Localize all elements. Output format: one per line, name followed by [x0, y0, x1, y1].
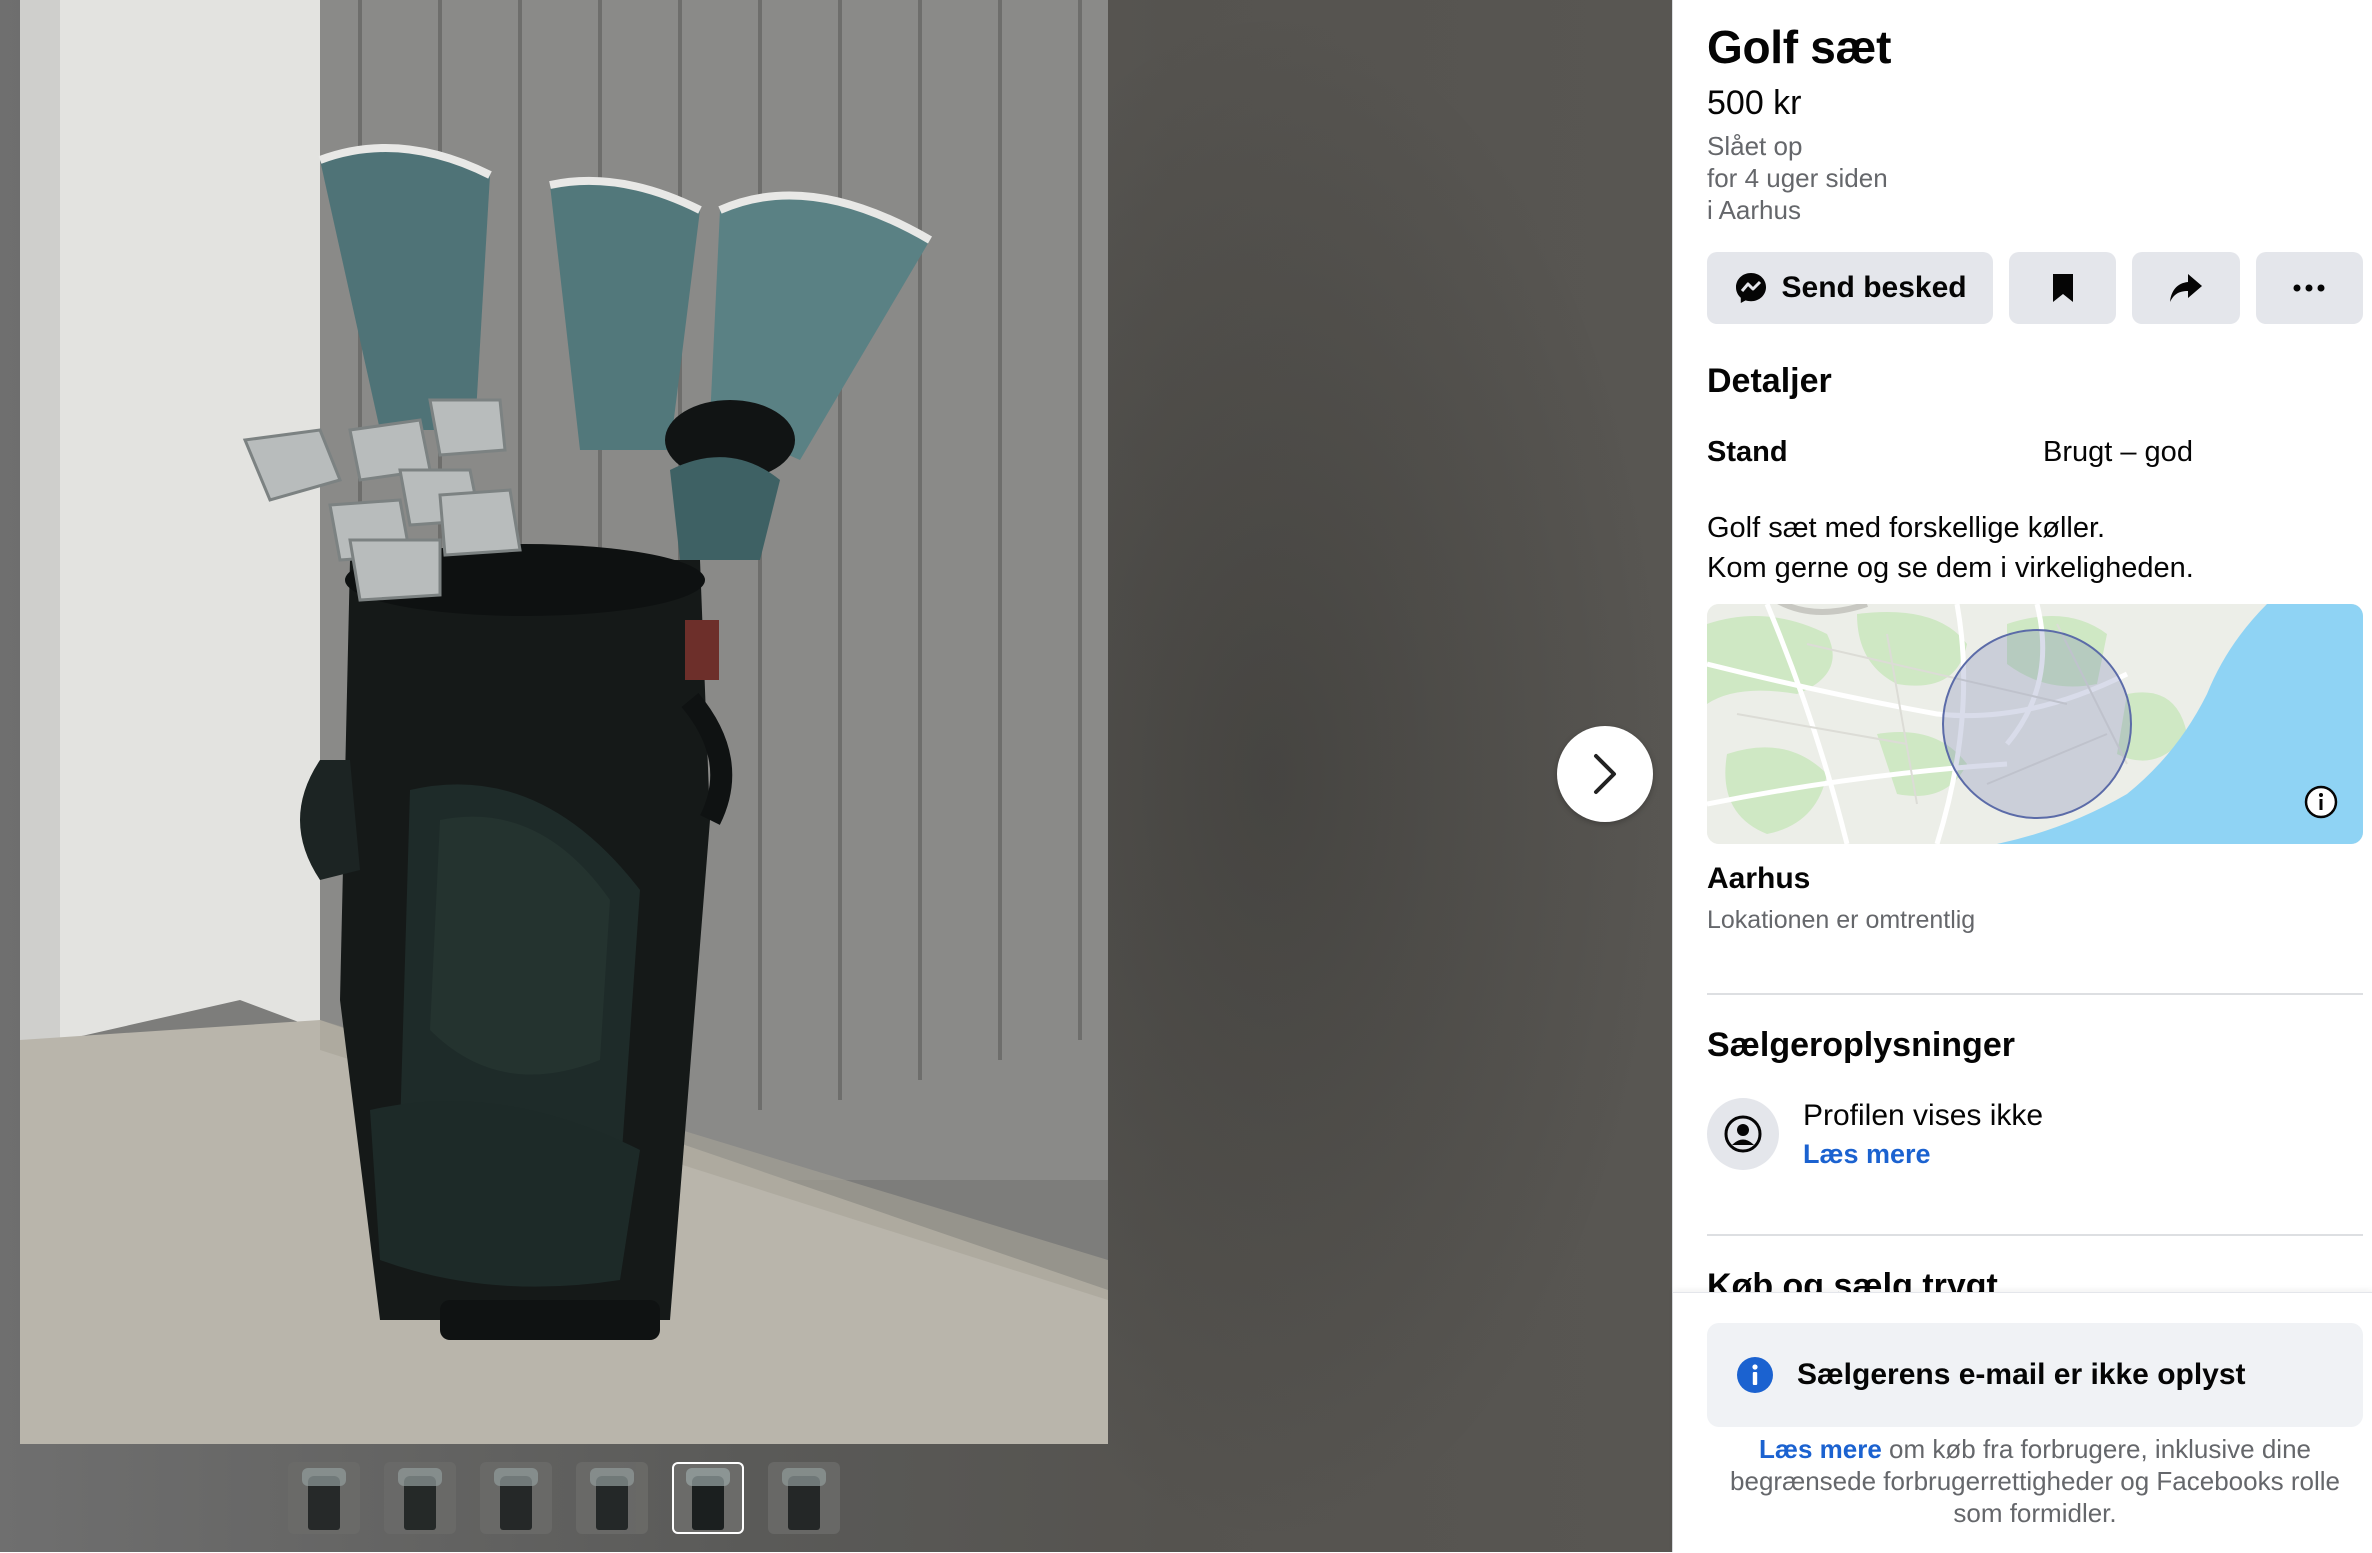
share-icon [2170, 274, 2203, 302]
listing-panel: Golf sæt 500 kr Slået op for 4 uger side… [1672, 0, 2372, 1553]
send-message-button[interactable]: Send besked [1707, 252, 1994, 324]
share-button[interactable] [2132, 252, 2240, 324]
info-icon [1737, 1357, 1773, 1393]
description-line: Kom gerne og se dem i virkeligheden. [1707, 552, 2194, 584]
thumbnail[interactable] [576, 1462, 648, 1534]
thumbnail[interactable] [384, 1462, 456, 1534]
thumbnail[interactable] [288, 1462, 360, 1534]
email-notice: Sælgerens e-mail er ikke oplyst [1707, 1323, 2363, 1427]
thumbnail[interactable] [480, 1462, 552, 1534]
condition-value: Brugt – god [2043, 436, 2193, 468]
read-more-link[interactable]: Læs mere [1803, 1139, 2043, 1170]
media-viewer [0, 0, 1672, 1552]
posted-line: Slået op [1707, 131, 1803, 161]
seller-info-heading: Sælgeroplysninger [1707, 1026, 2015, 1064]
location-map[interactable] [1707, 604, 2363, 844]
posted-location: i Aarhus [1707, 195, 1801, 225]
chevron-right-icon [1594, 754, 1616, 794]
listing-photo [20, 0, 1108, 1444]
divider [1707, 993, 2363, 995]
seller-profile: Profilen vises ikke Læs mere [1707, 1098, 2363, 1170]
profile-hidden-text: Profilen vises ikke [1803, 1098, 2044, 1132]
description-line: Golf sæt med forskellige køller. [1707, 512, 2106, 544]
save-button[interactable] [2009, 252, 2117, 324]
send-message-label: Send besked [1781, 271, 1967, 304]
description: Golf sæt med forskellige køller. Kom ger… [1707, 508, 2363, 588]
location-note: Lokationen er omtrentlig [1707, 906, 1976, 934]
footer-notice: Sælgerens e-mail er ikke oplyst Læs mere… [1673, 1292, 2372, 1553]
condition-label: Stand [1707, 436, 1788, 468]
thumbnail[interactable] [768, 1462, 840, 1534]
more-options-button[interactable] [2255, 252, 2364, 324]
user-circle-icon [1724, 1115, 1762, 1153]
thumbnail-strip [288, 1462, 840, 1536]
divider [1707, 1234, 2363, 1236]
more-icon [2293, 284, 2325, 292]
messenger-icon [1735, 273, 1766, 303]
email-notice-text: Sælgerens e-mail er ikke oplyst [1797, 1358, 2246, 1391]
posted-time: for 4 uger siden [1707, 163, 1888, 193]
read-more-link[interactable]: Læs mere [1759, 1434, 1882, 1464]
posted-info: Slået op for 4 uger siden i Aarhus [1707, 130, 2363, 226]
thumbnail-active[interactable] [672, 1462, 744, 1534]
details-heading: Detaljer [1707, 362, 1832, 400]
consumer-rights-note: Læs mere om køb fra forbrugere, inklusiv… [1707, 1433, 2363, 1529]
condition-row: Stand Brugt – god [1707, 436, 2363, 469]
listing-price: 500 kr [1707, 84, 1802, 122]
buy-sell-safely-heading: Køb og sælg trygt [1707, 1267, 1998, 1294]
listing-title: Golf sæt [1707, 21, 1892, 73]
info-icon[interactable] [2303, 784, 2339, 820]
avatar [1707, 1098, 1779, 1170]
action-bar: Send besked [1707, 252, 2364, 324]
location-name: Aarhus [1707, 862, 1811, 895]
next-image-button[interactable] [1557, 726, 1653, 822]
bookmark-icon [2052, 274, 2073, 302]
